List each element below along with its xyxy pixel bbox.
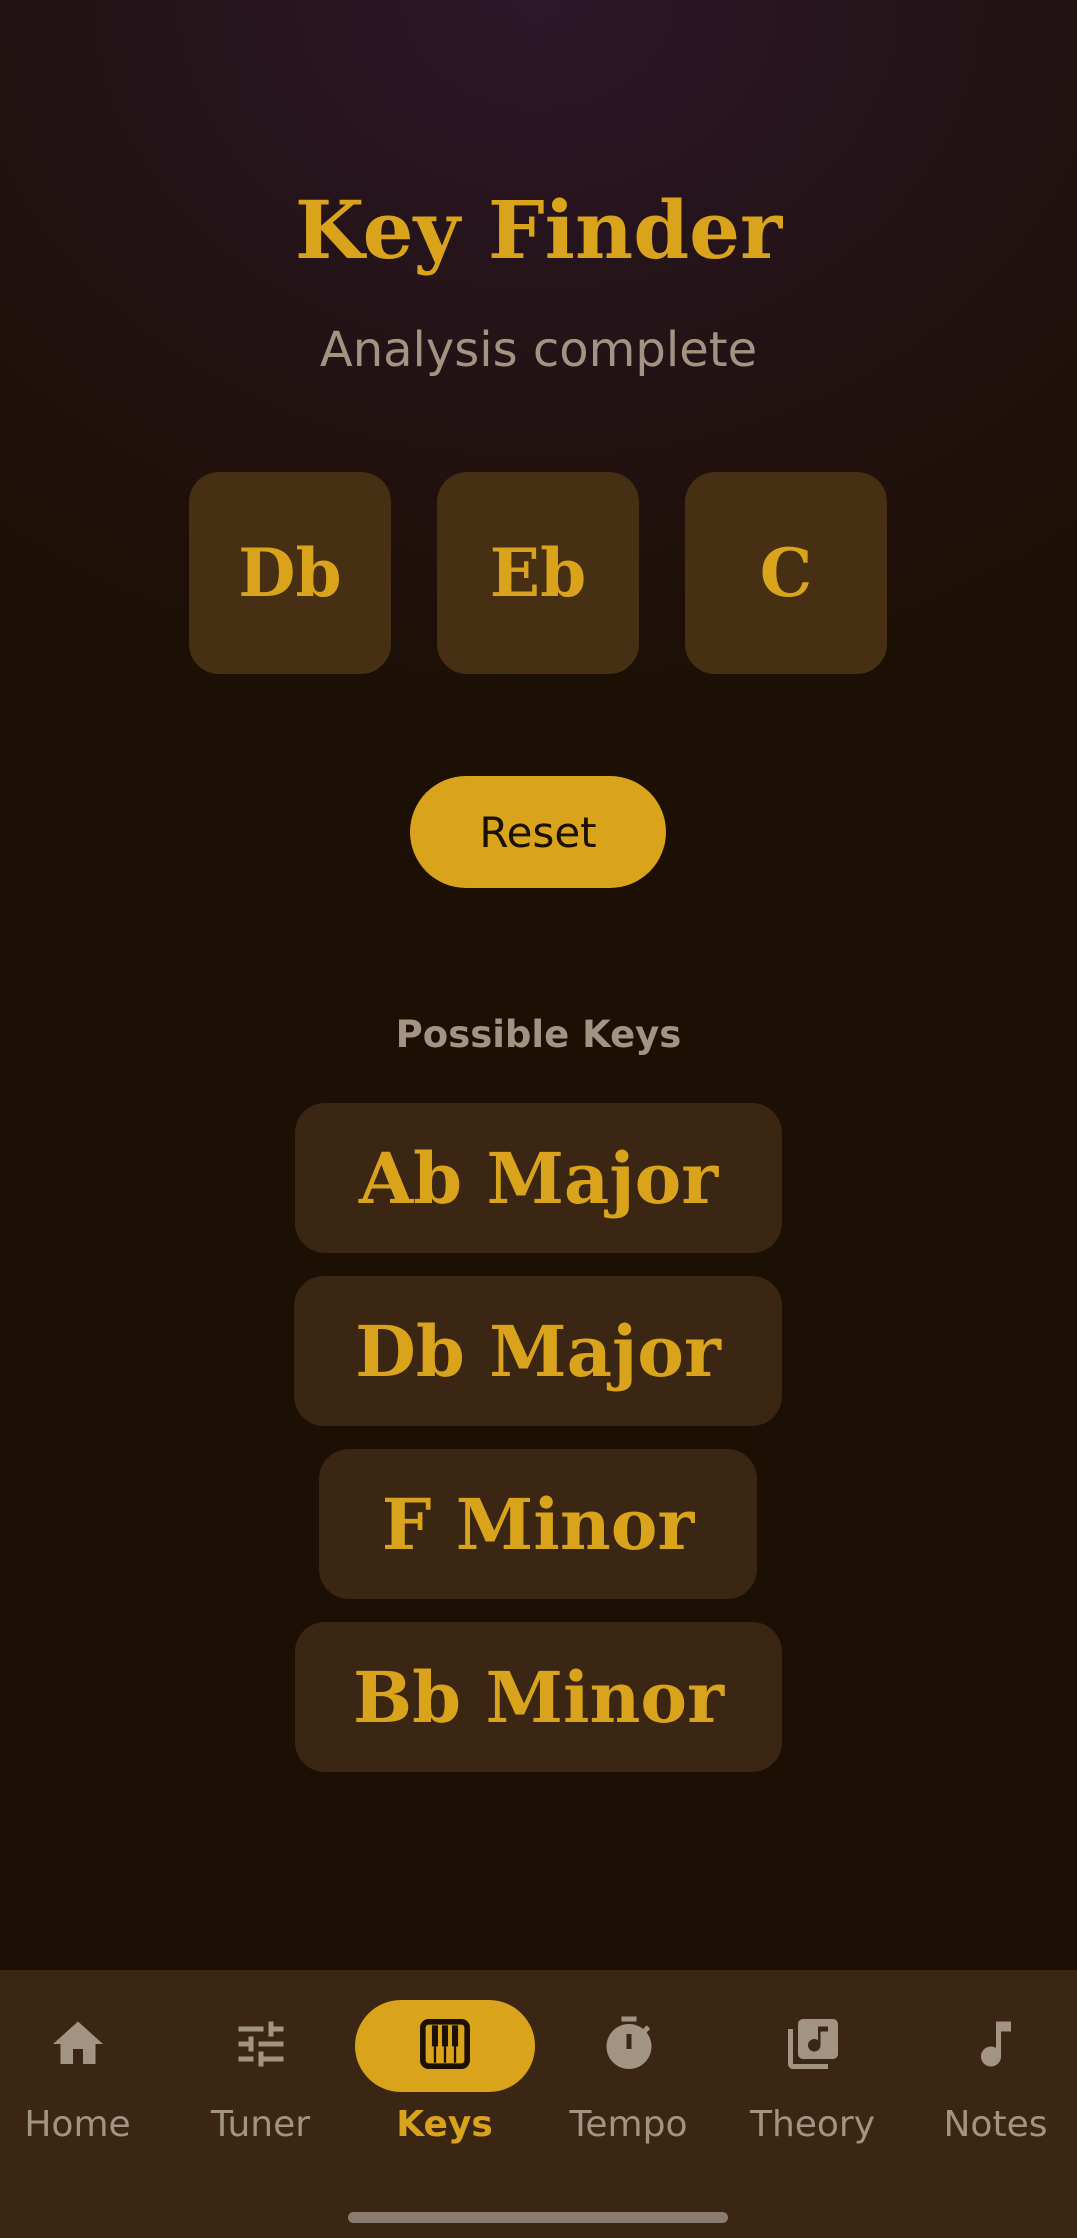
possible-key-bb-minor[interactable]: Bb Minor <box>295 1622 782 1772</box>
nav-item-tuner[interactable]: Tuner <box>171 1970 350 2170</box>
home-indicator[interactable] <box>348 2212 728 2223</box>
nav-label-keys: Keys <box>396 2104 493 2145</box>
stopwatch-icon <box>599 2014 659 2078</box>
possible-keys-heading: Possible Keys <box>395 1013 682 1056</box>
page-title: Key Finder <box>294 183 783 277</box>
music-note-icon <box>966 2014 1026 2078</box>
music-library-icon <box>783 2014 843 2078</box>
nav-label-tempo: Tempo <box>569 2104 688 2145</box>
status-subtitle: Analysis complete <box>319 322 758 378</box>
home-icon <box>48 2014 108 2078</box>
possible-key-db-major[interactable]: Db Major <box>294 1276 782 1426</box>
nav-pill-notes <box>906 2000 1077 2092</box>
bottom-navigation-bar: Home Tuner Keys Tempo Theory Notes <box>0 1970 1077 2238</box>
nav-label-home: Home <box>24 2104 131 2145</box>
note-tile-eb[interactable]: Eb <box>437 472 639 674</box>
nav-label-notes: Notes <box>943 2104 1048 2145</box>
nav-item-home[interactable]: Home <box>0 1970 167 2170</box>
note-tile-db[interactable]: Db <box>189 472 391 674</box>
nav-pill-tempo <box>539 2000 719 2092</box>
reset-button[interactable]: Reset <box>410 776 666 888</box>
nav-label-tuner: Tuner <box>210 2104 311 2145</box>
nav-item-tempo[interactable]: Tempo <box>539 1970 718 2170</box>
possible-key-ab-major[interactable]: Ab Major <box>295 1103 782 1253</box>
possible-key-f-minor[interactable]: F Minor <box>319 1449 757 1599</box>
sliders-icon <box>231 2014 291 2078</box>
nav-item-notes[interactable]: Notes <box>906 1970 1077 2170</box>
selected-notes-row: Db Eb C <box>189 472 889 674</box>
nav-pill-theory <box>723 2000 903 2092</box>
note-tile-c[interactable]: C <box>685 472 887 674</box>
nav-pill-tuner <box>171 2000 351 2092</box>
nav-item-theory[interactable]: Theory <box>723 1970 902 2170</box>
nav-item-keys[interactable]: Keys <box>354 1970 535 2170</box>
nav-pill-home <box>0 2000 168 2092</box>
nav-label-theory: Theory <box>749 2104 876 2145</box>
nav-pill-keys-active <box>354 2000 535 2092</box>
piano-icon <box>417 2016 473 2076</box>
